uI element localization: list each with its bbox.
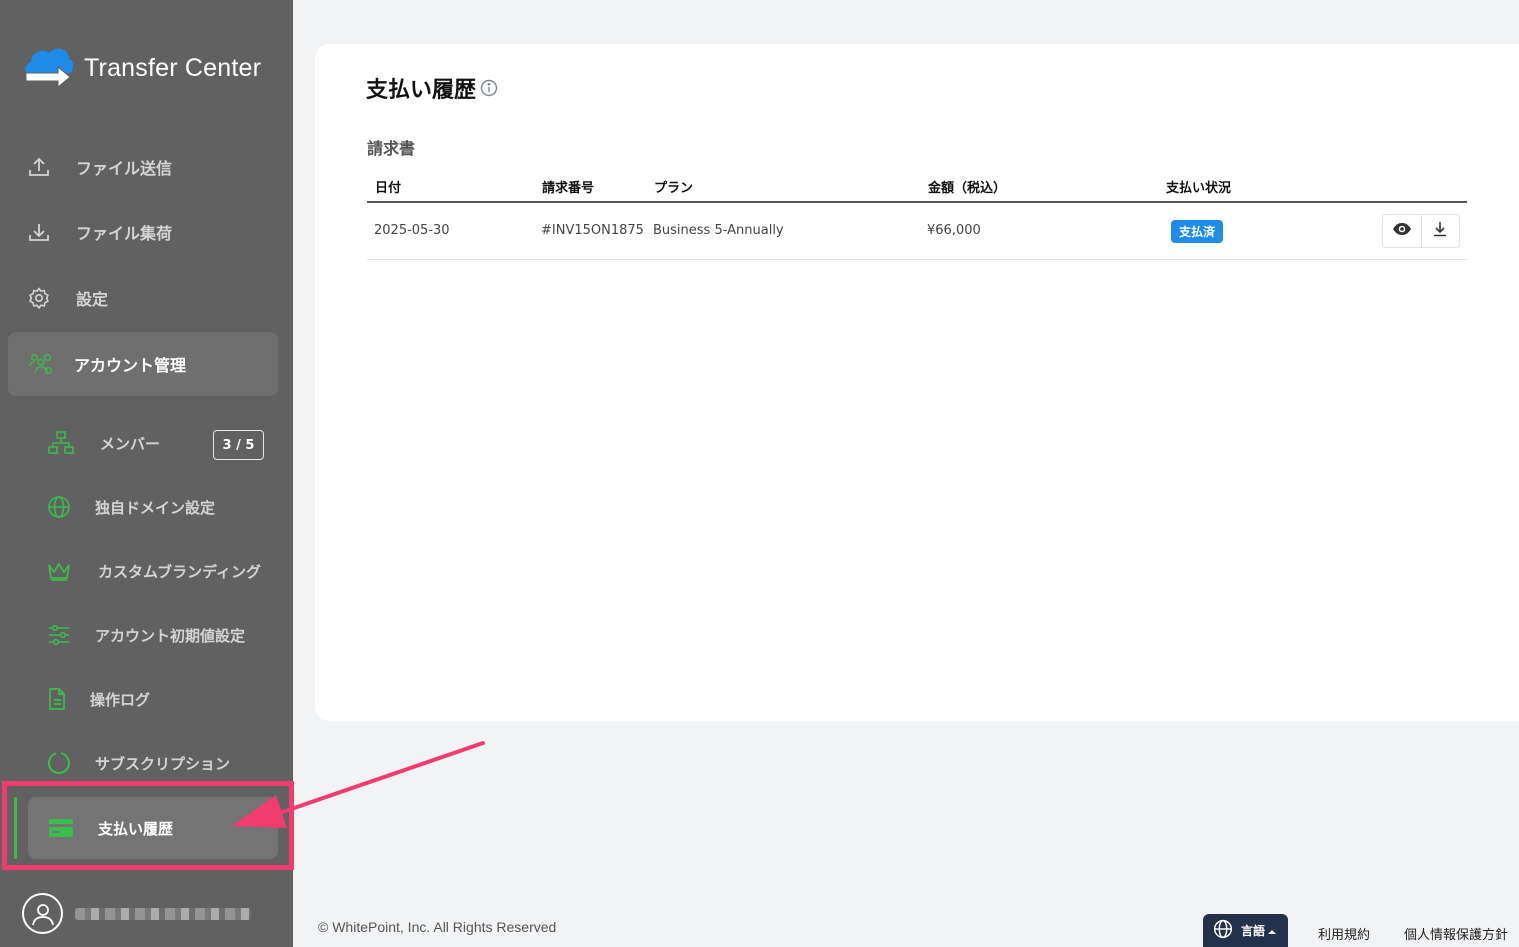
- cell-amount: ¥66,000: [927, 223, 981, 238]
- globe-icon: [1213, 919, 1233, 942]
- eye-icon: [1392, 222, 1412, 240]
- sidebar-item-label: 独自ドメイン設定: [95, 498, 216, 517]
- gear-icon: [26, 285, 52, 311]
- upload-icon: [26, 154, 52, 180]
- sidebar-item-settings[interactable]: 設定: [0, 272, 293, 324]
- sidebar: Transfer Center ファイル送信 ファイル集荷 設定 アカウント管理…: [0, 0, 294, 947]
- sidebar-item-label: メンバー: [100, 434, 161, 453]
- column-header-status: 支払い状況: [1166, 181, 1232, 196]
- users-icon: [28, 351, 54, 377]
- table-row: 2025-05-30 #INV15ON1875 Business 5-Annua…: [367, 203, 1467, 260]
- language-label: 言語: [1241, 924, 1266, 938]
- cloud-logo-icon: [22, 41, 74, 95]
- page-title-text: 支払い履歴: [366, 78, 477, 103]
- sidebar-item-file-collect[interactable]: ファイル集荷: [0, 206, 293, 258]
- sidebar-item-operation-log[interactable]: 操作ログ: [0, 675, 293, 723]
- sidebar-item-custom-domain[interactable]: 独自ドメイン設定: [0, 483, 293, 531]
- privacy-policy-link[interactable]: 個人情報保護方針: [1404, 924, 1508, 943]
- table-header: 日付 請求番号 プラン 金額（税込） 支払い状況: [367, 168, 1467, 203]
- sidebar-item-label: アカウント管理: [74, 356, 187, 375]
- sidebar-item-label: アカウント初期値設定: [95, 626, 246, 645]
- caret-up-icon: [1268, 924, 1277, 938]
- payment-history-card: 支払い履歴 請求書 日付 請求番号 プラン 金額（税込） 支払い状況 2025-…: [315, 44, 1519, 721]
- sidebar-item-label: ファイル送信: [76, 159, 173, 178]
- info-icon[interactable]: [480, 79, 498, 97]
- sidebar-item-label: ファイル集荷: [76, 224, 173, 243]
- sidebar-item-subscription[interactable]: サブスクリプション: [0, 739, 293, 787]
- download-icon: [1433, 221, 1447, 241]
- sidebar-item-label: カスタムブランディング: [98, 562, 262, 581]
- member-count-badge: 3 / 5: [213, 430, 264, 460]
- column-header-plan: プラン: [654, 181, 694, 196]
- sidebar-item-members[interactable]: メンバー 3 / 5: [0, 419, 293, 467]
- terms-link[interactable]: 利用規約: [1318, 924, 1370, 943]
- status-badge: 支払済: [1171, 220, 1224, 243]
- cell-plan: Business 5-Annually: [653, 223, 784, 238]
- globe-icon: [46, 494, 72, 520]
- page-title: 支払い履歴: [366, 72, 498, 104]
- circle-icon: [46, 750, 72, 776]
- section-title: 請求書: [367, 139, 416, 158]
- copyright-text: © WhitePoint, Inc. All Rights Reserved: [318, 919, 557, 935]
- document-icon: [44, 686, 70, 712]
- avatar: [22, 893, 63, 934]
- cell-invoice-number: #INV15ON1875: [541, 223, 644, 238]
- column-header-amount: 金額（税込）: [928, 181, 1007, 196]
- sidebar-item-custom-branding[interactable]: カスタムブランディング: [0, 547, 293, 595]
- column-header-invoice-number: 請求番号: [542, 181, 595, 196]
- highlight-annotation-box: [2, 781, 294, 870]
- language-selector[interactable]: 言語: [1203, 914, 1288, 947]
- sidebar-item-account-management[interactable]: アカウント管理: [0, 338, 293, 390]
- sidebar-item-label: 操作ログ: [90, 690, 151, 709]
- download-invoice-button[interactable]: [1420, 215, 1459, 247]
- sidebar-item-label: サブスクリプション: [95, 754, 231, 773]
- sidebar-item-label: 設定: [76, 290, 109, 309]
- user-profile[interactable]: [22, 893, 251, 934]
- brand-logo[interactable]: Transfer Center: [22, 40, 261, 96]
- brand-name: Transfer Center: [84, 53, 262, 82]
- sidebar-item-file-send[interactable]: ファイル送信: [0, 141, 293, 193]
- sliders-icon: [46, 622, 72, 648]
- cell-date: 2025-05-30: [374, 223, 450, 238]
- crown-icon: [46, 558, 72, 584]
- row-actions: [1382, 214, 1460, 248]
- view-invoice-button[interactable]: [1383, 215, 1421, 247]
- org-chart-icon: [48, 430, 74, 456]
- invoice-table: 日付 請求番号 プラン 金額（税込） 支払い状況 2025-05-30 #INV…: [367, 168, 1467, 260]
- download-icon: [26, 219, 52, 245]
- column-header-date: 日付: [375, 181, 402, 196]
- sidebar-item-account-defaults[interactable]: アカウント初期値設定: [0, 611, 293, 659]
- redacted-username: [75, 907, 251, 920]
